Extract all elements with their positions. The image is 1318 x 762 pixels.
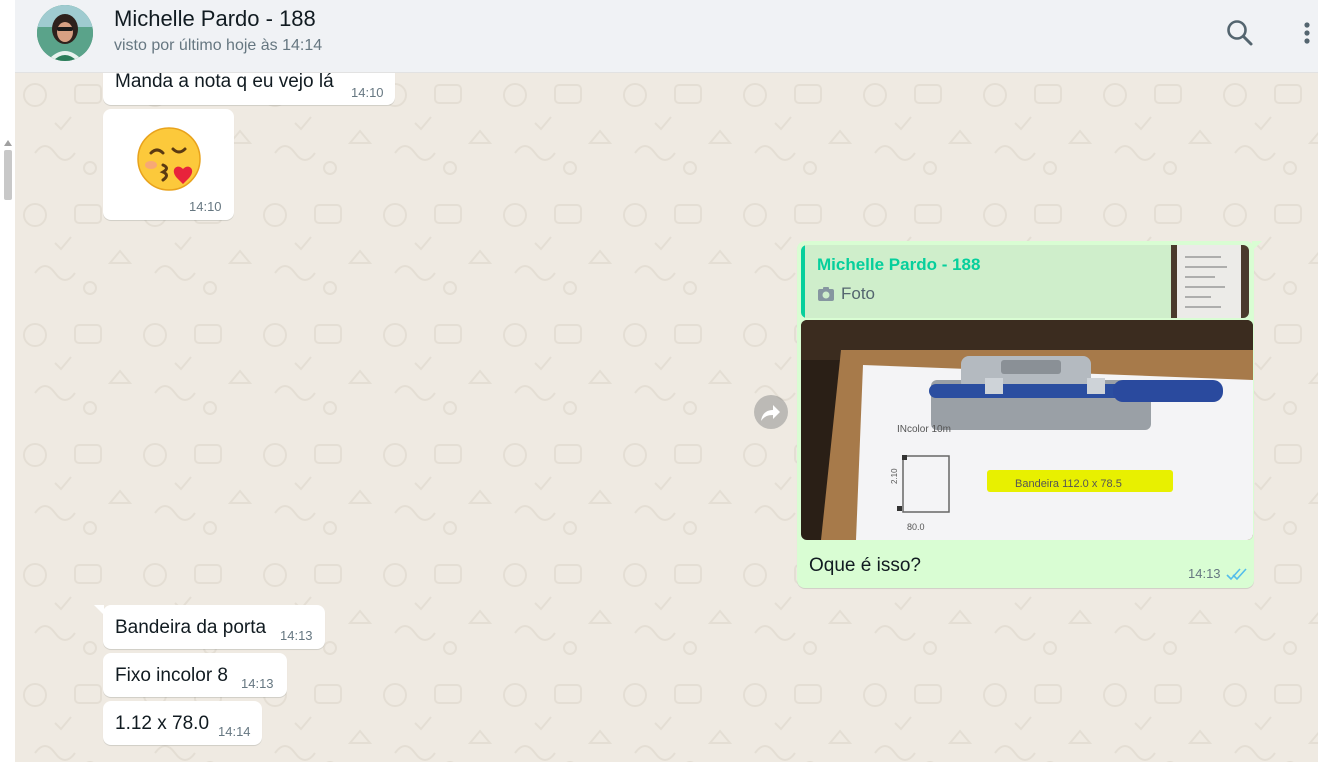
bubble-tail	[94, 605, 104, 615]
message-text: Bandeira da porta	[115, 617, 267, 638]
message-text: Manda a nota q eu vejo lá	[115, 73, 334, 92]
incoming-message[interactable]: 1.12 x 78.0 14:14	[103, 701, 262, 745]
message-time: 14:10	[351, 85, 384, 100]
quoted-message[interactable]: Michelle Pardo - 188 Foto	[801, 245, 1249, 318]
quoted-author: Michelle Pardo - 188	[817, 255, 981, 274]
photo-text-bandeira: Bandeira 112.0 x 78.5	[1015, 478, 1122, 490]
quoted-photo-thumbnail	[1171, 245, 1249, 318]
clipboard-photo: Bandeira 112.0 x 78.5 INcolor 10m 2.10 8…	[801, 320, 1253, 540]
photo-text-incolor: INcolor 10m	[897, 424, 951, 435]
message-list[interactable]: Manda a nota q eu vejo lá 14:10 14:10 Mi…	[15, 73, 1318, 762]
message-time: 14:13	[280, 628, 313, 643]
double-check-icon	[1226, 568, 1247, 581]
last-seen-status: visto por último hoje às 14:14	[114, 37, 323, 54]
scrollbar-thumb[interactable]	[4, 150, 12, 200]
incoming-message[interactable]: Manda a nota q eu vejo lá 14:10	[103, 73, 395, 105]
incoming-message[interactable]: Fixo incolor 8 14:13	[103, 653, 287, 697]
message-text: Oque é isso?	[809, 555, 921, 576]
kissing-face-emoji	[135, 125, 203, 199]
left-scroll-strip	[0, 0, 16, 762]
message-time: 14:14	[218, 724, 251, 739]
incoming-message[interactable]: Bandeira da porta 14:13	[94, 605, 325, 649]
quote-accent-bar	[801, 245, 805, 318]
scroll-up-arrow-icon[interactable]	[4, 140, 12, 146]
camera-icon	[818, 287, 834, 301]
search-icon[interactable]	[1225, 18, 1255, 48]
message-text: 1.12 x 78.0	[115, 713, 210, 734]
avatar-photo-icon	[37, 5, 93, 61]
incoming-emoji-message[interactable]: 14:10	[103, 109, 234, 220]
menu-icon[interactable]	[1297, 18, 1318, 48]
avatar[interactable]	[37, 5, 93, 61]
outgoing-reply-message[interactable]: Michelle Pardo - 188 Foto Bandeira 112.0…	[797, 241, 1262, 588]
message-time: 14:13	[241, 676, 274, 691]
message-text: Fixo incolor 8	[115, 665, 228, 686]
quoted-type: Foto	[841, 284, 876, 303]
contact-name[interactable]: Michelle Pardo - 188	[114, 6, 316, 32]
forward-icon[interactable]	[754, 395, 788, 429]
message-time: 14:13	[1188, 566, 1221, 581]
photo-text-side: 2.10	[890, 468, 899, 484]
chat-header[interactable]: Michelle Pardo - 188 visto por último ho…	[15, 0, 1318, 73]
message-time: 14:10	[189, 199, 222, 214]
bubble-tail	[1252, 241, 1262, 251]
photo-text-bottom: 80.0	[907, 522, 925, 532]
photo-attachment[interactable]: Bandeira 112.0 x 78.5 INcolor 10m 2.10 8…	[801, 320, 1253, 540]
